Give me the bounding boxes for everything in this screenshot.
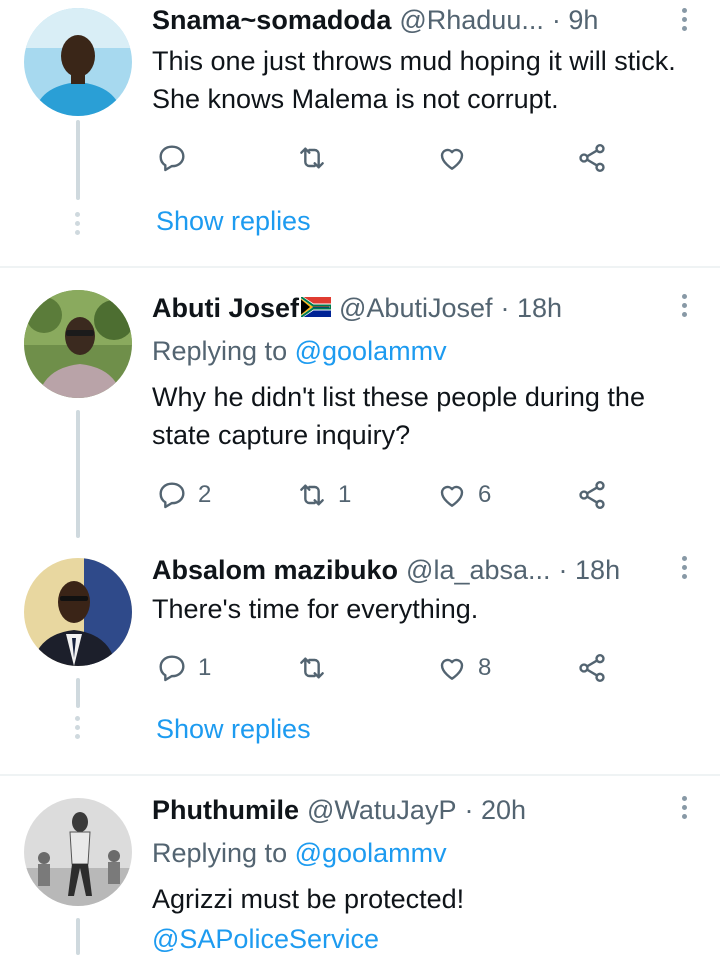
tweet-text: This one just throws mud hoping it will … xyxy=(152,46,676,114)
timestamp[interactable]: · 20h xyxy=(464,790,526,830)
user-handle[interactable]: @Rhaduu... xyxy=(399,0,544,40)
share-button[interactable] xyxy=(576,648,608,688)
thread-dots xyxy=(75,212,81,235)
show-replies-link[interactable]: Show replies xyxy=(156,202,311,240)
avatar-image xyxy=(24,798,132,906)
avatar[interactable] xyxy=(24,558,132,666)
tweet-snama[interactable]: Snama~somadoda @Rhaduu... · 9h This one … xyxy=(0,0,720,266)
like-button[interactable]: 6 xyxy=(436,475,491,515)
thread-line xyxy=(76,120,80,200)
share-icon xyxy=(579,654,605,682)
display-name[interactable]: Snama~somadoda xyxy=(152,0,391,40)
share-icon xyxy=(579,481,605,509)
tweet-actions: 1 8 xyxy=(152,648,622,688)
like-count: 6 xyxy=(478,481,492,508)
thread-line xyxy=(76,678,80,708)
south-africa-flag-icon xyxy=(301,297,332,317)
reply-button[interactable]: 2 xyxy=(156,475,211,515)
timestamp[interactable]: · 18h xyxy=(559,550,621,590)
tweet-text: Agrizzi must be protected! xyxy=(152,884,465,914)
reply-icon xyxy=(159,145,185,172)
like-icon xyxy=(440,658,464,680)
tweet-absalom[interactable]: Absalom mazibuko @la_absa... · 18h There… xyxy=(0,538,720,774)
tweet-actions xyxy=(152,138,622,178)
user-handle[interactable]: @WatuJayP xyxy=(307,790,456,830)
like-count: 8 xyxy=(478,654,492,681)
show-replies-link[interactable]: Show replies xyxy=(156,710,311,748)
avatar[interactable] xyxy=(24,8,132,116)
reply-count: 2 xyxy=(198,481,212,508)
avatar-image xyxy=(24,290,132,398)
timestamp[interactable]: · 9h xyxy=(552,0,599,40)
more-icon[interactable] xyxy=(680,8,688,31)
retweet-button[interactable] xyxy=(296,648,338,688)
retweet-count: 1 xyxy=(338,481,352,508)
reply-icon xyxy=(159,482,185,509)
like-button[interactable]: 8 xyxy=(436,648,491,688)
tweet-header: Phuthumile @WatuJayP · 20h xyxy=(152,790,680,830)
like-button[interactable] xyxy=(436,138,478,178)
more-icon[interactable] xyxy=(680,796,688,819)
thread-dots xyxy=(75,716,81,739)
avatar-image xyxy=(24,8,132,116)
timestamp[interactable]: · 18h xyxy=(501,288,563,328)
thread-line xyxy=(76,918,80,955)
tweet-text: There's time for everything. xyxy=(152,594,479,624)
retweet-button[interactable]: 1 xyxy=(296,475,351,515)
display-name[interactable]: Abuti Josef xyxy=(152,288,299,328)
reply-icon xyxy=(159,655,185,682)
retweet-icon xyxy=(300,147,324,169)
replying-to: Replying to @goolammv xyxy=(152,834,447,872)
replying-prefix: Replying to xyxy=(152,838,288,868)
avatar-image xyxy=(24,558,132,666)
more-icon[interactable] xyxy=(680,294,688,317)
user-handle[interactable]: @AbutiJosef xyxy=(339,288,492,328)
share-button[interactable] xyxy=(576,475,608,515)
like-icon xyxy=(440,148,464,170)
share-icon xyxy=(579,144,605,172)
reply-button[interactable]: 1 xyxy=(156,648,211,688)
replying-to: Replying to @goolammv xyxy=(152,332,447,370)
more-icon[interactable] xyxy=(680,556,688,579)
display-name[interactable]: Absalom mazibuko xyxy=(152,550,398,590)
retweet-icon xyxy=(300,657,324,679)
retweet-icon xyxy=(300,484,324,506)
tweet-text: Why he didn't list these people during t… xyxy=(152,382,645,450)
replying-to-link[interactable]: @goolammv xyxy=(295,336,447,366)
tweet-abuti[interactable]: Abuti Josef @AbutiJosef · 18h Replying t… xyxy=(0,268,720,538)
thread-line xyxy=(76,410,80,538)
replying-prefix: Replying to xyxy=(152,336,288,366)
display-name[interactable]: Phuthumile xyxy=(152,790,299,830)
tweet-header: Snama~somadoda @Rhaduu... · 9h xyxy=(152,0,680,40)
avatar[interactable] xyxy=(24,290,132,398)
tweet-header: Abuti Josef @AbutiJosef · 18h xyxy=(152,288,680,328)
reply-count: 1 xyxy=(198,654,212,681)
avatar[interactable] xyxy=(24,798,132,906)
tweet-actions: 2 1 6 xyxy=(152,475,622,515)
user-handle[interactable]: @la_absa... xyxy=(406,550,551,590)
like-icon xyxy=(440,485,464,507)
replying-to-link[interactable]: @goolammv xyxy=(295,838,447,868)
tweet-phuthumile[interactable]: Phuthumile @WatuJayP · 20h Replying to @… xyxy=(0,776,720,955)
retweet-button[interactable] xyxy=(296,138,338,178)
mention-link[interactable]: @SAPoliceService xyxy=(152,920,690,955)
share-button[interactable] xyxy=(576,138,608,178)
tweet-header: Absalom mazibuko @la_absa... · 18h xyxy=(152,550,680,590)
reply-button[interactable] xyxy=(156,138,198,178)
